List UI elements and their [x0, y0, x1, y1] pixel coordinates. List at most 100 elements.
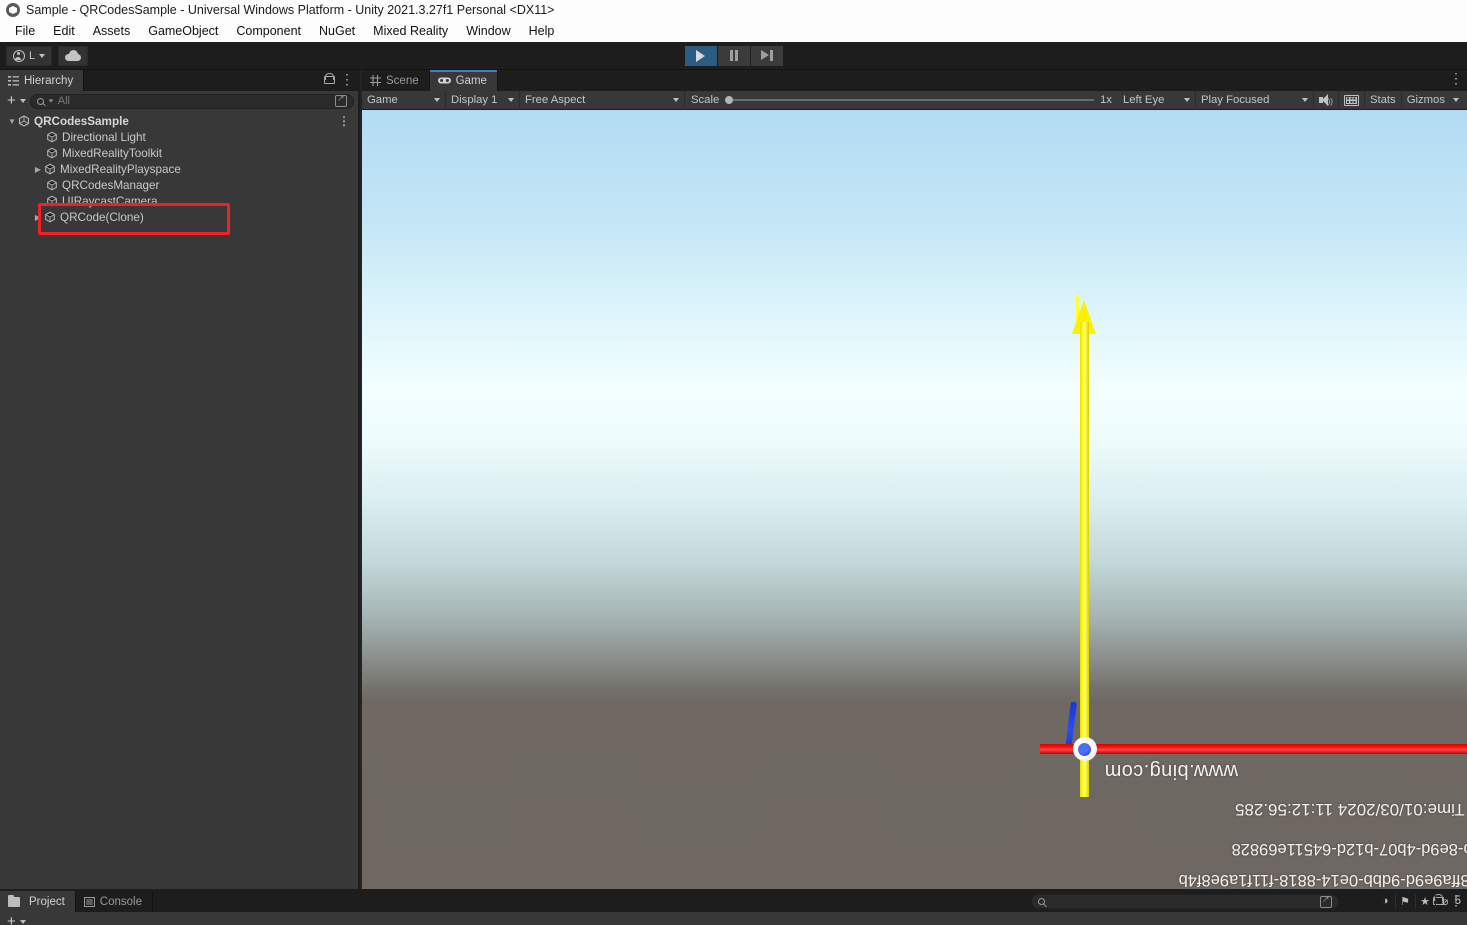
tab-scene[interactable]: Scene	[362, 70, 430, 91]
project-search-input[interactable]	[1031, 894, 1339, 909]
asset-type-filter-icon[interactable]: ◑	[1378, 895, 1393, 908]
tab-hierarchy[interactable]: Hierarchy	[0, 70, 85, 91]
gameobject-icon	[46, 179, 58, 191]
mute-audio-button[interactable]: ))	[1314, 90, 1339, 110]
hierarchy-item-directional-light[interactable]: Directional Light	[0, 129, 358, 145]
hierarchy-item-label: QRCode(Clone)	[60, 210, 144, 224]
hierarchy-search-input[interactable]: All	[29, 93, 354, 109]
scale-slider-group[interactable]: Scale 1x	[685, 94, 1118, 106]
menu-component[interactable]: Component	[227, 23, 310, 39]
hierarchy-item-label: MixedRealityPlayspace	[60, 162, 181, 176]
hierarchy-item-label: Directional Light	[62, 130, 146, 144]
menu-gameobject[interactable]: GameObject	[139, 23, 227, 39]
hierarchy-item-label: QRCodesManager	[62, 178, 160, 192]
qr-overlay-id: Id:0f4E8ffa9e9d-9dbb-0e14-8818-f11f1a9e8…	[1178, 871, 1467, 889]
chevron-down-icon	[508, 98, 514, 102]
qr-overlay-time: Time:01/03/2024 11:12:56.285	[1234, 800, 1465, 819]
scale-label: Scale	[691, 94, 720, 106]
gizmos-label: Gizmos	[1406, 94, 1445, 106]
game-view-tabbar: Scene Game ⋮	[362, 70, 1467, 91]
account-button[interactable]: L	[6, 45, 53, 66]
menu-nuget[interactable]: NuGet	[310, 23, 364, 39]
gameobject-icon	[44, 163, 56, 175]
step-button[interactable]	[750, 45, 783, 66]
menu-edit[interactable]: Edit	[44, 23, 84, 39]
lock-icon[interactable]	[324, 73, 335, 84]
favorites-filter-icon[interactable]: ★	[1418, 895, 1433, 908]
expand-icon[interactable]	[1320, 894, 1332, 908]
menu-help[interactable]: Help	[520, 23, 564, 39]
tab-scene-label: Scene	[386, 74, 419, 87]
qr-overlay-nodeid: NodeId:32fa1abb-8e9d-4b07-b12d-64511e698…	[1231, 840, 1467, 858]
hierarchy-item-label: UIRaycastCamera	[62, 194, 158, 208]
pause-button[interactable]	[717, 45, 750, 66]
chevron-down-icon	[1301, 98, 1308, 102]
create-asset-button[interactable]: +	[4, 914, 16, 925]
chevron-down-icon	[1453, 98, 1459, 102]
hierarchy-item-mixedrealityplayspace[interactable]: ▶ MixedRealityPlayspace	[0, 161, 358, 177]
hierarchy-item-qrcode-clone[interactable]: ▶ QRCode(Clone)	[0, 209, 358, 225]
scale-value: 1x	[1100, 94, 1112, 106]
horizon-line	[362, 686, 1467, 687]
hierarchy-toolbar: + All	[0, 91, 358, 111]
play-button[interactable]	[684, 45, 717, 66]
hierarchy-item-mixedrealitytoolkit[interactable]: MixedRealityToolkit	[0, 145, 358, 161]
chevron-down-icon[interactable]	[19, 99, 26, 103]
hidden-packages-icon[interactable]: ⌀	[1438, 895, 1453, 908]
hierarchy-tree[interactable]: ▼ QRCodesSample ⋮ Directional Light Mixe…	[0, 111, 358, 889]
scale-slider[interactable]	[725, 96, 1095, 104]
cloud-button[interactable]	[58, 45, 89, 66]
tab-game[interactable]: Game	[429, 70, 498, 91]
chevron-down-icon	[673, 98, 679, 102]
play-icon	[696, 49, 705, 62]
scene-grid-icon	[370, 75, 381, 86]
label-filter-icon[interactable]: ⚑	[1398, 895, 1413, 908]
eye-dropdown[interactable]: Left Eye	[1118, 90, 1196, 110]
kebab-menu-icon[interactable]: ⋮	[340, 72, 354, 86]
hierarchy-item-qrcodesmanager[interactable]: QRCodesManager	[0, 177, 358, 193]
tab-project[interactable]: Project	[0, 891, 76, 912]
hierarchy-item-uiraycastcamera[interactable]: UIRaycastCamera	[0, 193, 358, 209]
twisty-closed-icon[interactable]: ▶	[32, 213, 44, 222]
toolbar-left-group: L	[0, 45, 89, 66]
aspect-label: Free Aspect	[525, 94, 586, 106]
tab-console[interactable]: Console	[75, 891, 153, 912]
project-panel: Project Console ⋮ + ↗ ◑ ⚑ ★ ⌀ 5	[0, 889, 1467, 925]
search-icon	[1038, 898, 1045, 905]
title-bar: Sample - QRCodesSample - Universal Windo…	[0, 0, 1467, 20]
gizmos-button[interactable]: Gizmos	[1402, 91, 1467, 110]
game-render-canvas[interactable]: www.bing.com Ver: QR1Size:0.0703m Time:0…	[362, 110, 1467, 889]
folder-icon	[8, 894, 20, 907]
kebab-menu-icon[interactable]: ⋮	[338, 115, 350, 127]
game-view-toolbar-right: Left Eye Play Focused )) Stats Gizmos	[1118, 90, 1467, 110]
expand-icon[interactable]	[335, 93, 347, 107]
aspect-dropdown[interactable]: Free Aspect	[520, 90, 685, 110]
stats-button[interactable]: Stats	[1365, 90, 1402, 110]
y-axis-shaft	[1080, 322, 1089, 797]
add-gameobject-button[interactable]: +	[4, 93, 16, 108]
account-label: L	[29, 49, 36, 62]
twisty-closed-icon[interactable]: ▶	[32, 165, 44, 174]
unity-scene-icon	[18, 115, 30, 127]
scale-slider-handle[interactable]	[725, 96, 734, 104]
gameobject-icon	[46, 131, 58, 143]
view-mode-dropdown[interactable]: Game	[362, 90, 446, 110]
menu-bar: File Edit Assets GameObject Component Nu…	[0, 20, 1467, 42]
hidden-packages-count: 5	[1454, 895, 1461, 907]
chevron-down-icon[interactable]	[19, 919, 26, 924]
menu-file[interactable]: File	[6, 23, 44, 39]
editor-toolbar: L	[0, 42, 1467, 70]
menu-assets[interactable]: Assets	[84, 23, 140, 39]
step-icon	[760, 50, 773, 61]
focus-dropdown[interactable]: Play Focused	[1196, 90, 1314, 110]
twisty-open-icon[interactable]: ▼	[6, 117, 18, 126]
account-icon	[13, 49, 25, 62]
hierarchy-item-qrcodessample[interactable]: ▼ QRCodesSample ⋮	[0, 113, 358, 129]
kebab-menu-icon[interactable]: ⋮	[1449, 71, 1463, 85]
display-dropdown[interactable]: Display 1	[446, 90, 520, 110]
aspect-toggle-button[interactable]	[1339, 90, 1365, 110]
menu-window[interactable]: Window	[457, 23, 519, 39]
console-icon	[83, 896, 95, 907]
pause-icon	[729, 50, 739, 61]
menu-mixed-reality[interactable]: Mixed Reality	[364, 23, 457, 39]
